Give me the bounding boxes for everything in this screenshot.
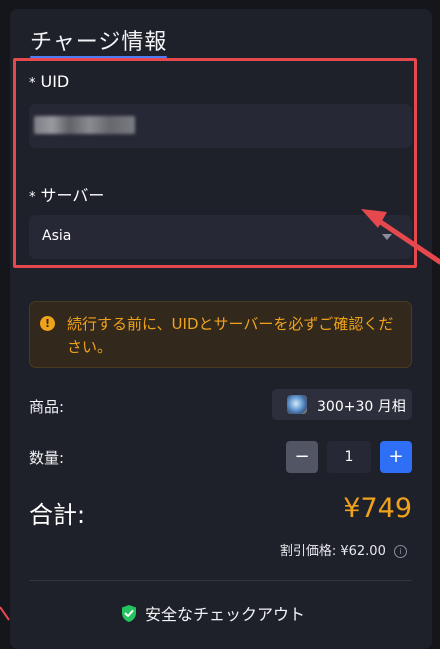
product-thumbnail-icon: [287, 395, 307, 414]
discount-price: 割引価格: ¥62.00 i: [280, 540, 407, 559]
quantity-label: 数量:: [29, 449, 65, 467]
discount-value: ¥62.00: [340, 544, 386, 559]
notice-text: 続行する前に、UIDとサーバーを必ずご確認ください。: [67, 315, 394, 356]
product-name: 300+30 月相: [317, 399, 406, 415]
total-label: 合計:: [29, 501, 86, 529]
highlight-box-annotation: [13, 58, 417, 268]
divider: [29, 580, 412, 581]
total-value: ¥749: [343, 493, 412, 524]
info-icon[interactable]: i: [394, 545, 407, 558]
verify-notice: ! 続行する前に、UIDとサーバーを必ずご確認ください。: [29, 301, 412, 368]
quantity-increase-button[interactable]: +: [380, 441, 412, 473]
secure-checkout-label: 安全なチェックアウト: [145, 605, 306, 624]
section-title: チャージ情報: [30, 24, 168, 58]
product-chip: 300+30 月相: [272, 389, 412, 420]
shield-check-icon: [122, 605, 136, 622]
quantity-value[interactable]: 1: [327, 441, 371, 473]
product-label: 商品:: [29, 398, 65, 416]
quantity-decrease-button[interactable]: −: [286, 441, 318, 473]
secure-checkout: 安全なチェックアウト: [121, 601, 305, 625]
discount-label: 割引価格:: [279, 544, 337, 559]
info-icon: !: [40, 316, 55, 331]
